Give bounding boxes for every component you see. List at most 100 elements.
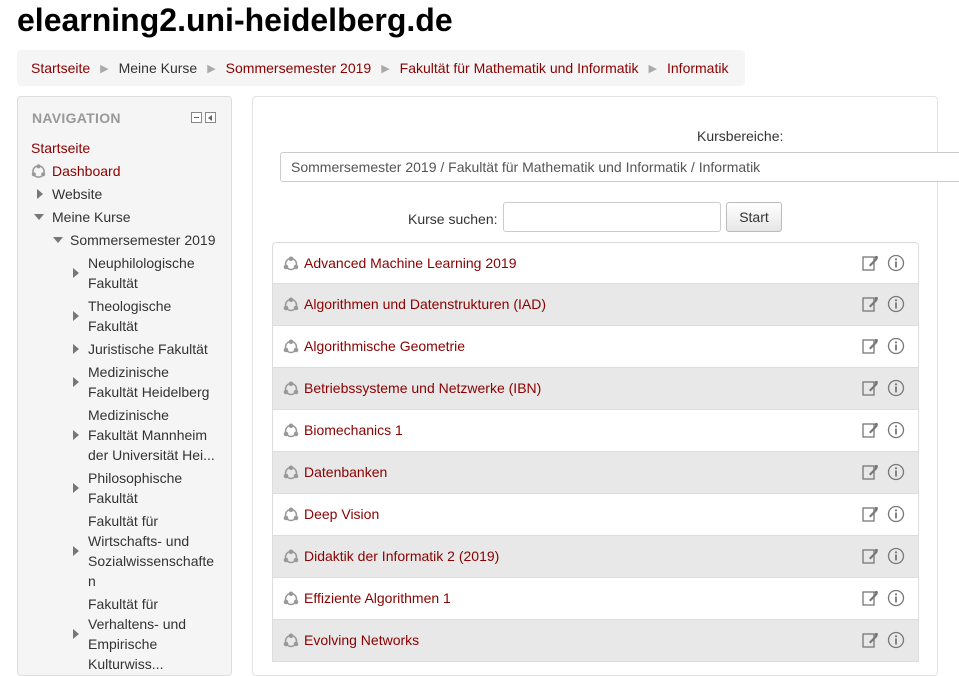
nav-neuphilologische-line2[interactable]: Fakultät	[88, 273, 138, 293]
expand-arrow-icon[interactable]	[73, 483, 79, 493]
expand-arrow-icon[interactable]	[73, 629, 79, 639]
nav-verhaltens-line3[interactable]: Empirische	[88, 634, 157, 654]
expand-arrow-icon[interactable]	[73, 311, 79, 321]
nav-startseite[interactable]: Startseite	[31, 138, 90, 158]
nav-theologische-line1[interactable]: Theologische	[88, 296, 171, 316]
course-icon	[283, 339, 299, 354]
breadcrumb-separator: ▶	[100, 62, 109, 75]
course-row: Advanced Machine Learning 2019	[272, 242, 919, 284]
edit-icon[interactable]	[861, 421, 879, 439]
expand-arrow-icon[interactable]	[37, 189, 43, 199]
search-input[interactable]	[503, 202, 721, 232]
info-icon[interactable]	[887, 631, 905, 649]
breadcrumb: Startseite ▶ Meine Kurse ▶ Sommersemeste…	[17, 50, 745, 86]
nav-med-ma-line3[interactable]: der Universität Hei...	[88, 445, 215, 465]
breadcrumb-meine-kurse: Meine Kurse	[118, 60, 198, 76]
course-row: Algorithmische Geometrie	[272, 326, 919, 368]
expand-arrow-icon[interactable]	[73, 268, 79, 278]
breadcrumb-separator: ▶	[207, 62, 216, 75]
edit-icon[interactable]	[861, 379, 879, 397]
collapse-arrow-icon[interactable]	[34, 214, 44, 220]
site-title: elearning2.uni-heidelberg.de	[17, 2, 453, 38]
course-title-link[interactable]: Datenbanken	[304, 464, 387, 480]
nav-dashboard[interactable]: Dashboard	[52, 161, 121, 181]
course-row: Algorithmen und Datenstrukturen (IAD)	[272, 284, 919, 326]
nav-philosophische-line1[interactable]: Philosophische	[88, 468, 182, 488]
expand-arrow-icon[interactable]	[73, 430, 79, 440]
course-icon	[283, 297, 299, 312]
course-title-link[interactable]: Didaktik der Informatik 2 (2019)	[304, 548, 499, 564]
nav-website[interactable]: Website	[52, 184, 102, 204]
course-title-link[interactable]: Algorithmen und Datenstrukturen (IAD)	[304, 296, 546, 312]
navigation-title: NAVIGATION	[32, 110, 121, 126]
breadcrumb-separator: ▶	[648, 62, 657, 75]
edit-icon[interactable]	[861, 631, 879, 649]
navigation-block: NAVIGATION Startseite Dashboard Website …	[17, 96, 232, 676]
info-icon[interactable]	[887, 254, 905, 272]
minimize-block-icon[interactable]	[191, 112, 202, 123]
collapse-arrow-icon[interactable]	[53, 237, 63, 243]
edit-icon[interactable]	[861, 463, 879, 481]
nav-neuphilologische-line1[interactable]: Neuphilologische	[88, 253, 195, 273]
nav-verhaltens-line4[interactable]: Kulturwiss...	[88, 654, 163, 674]
nav-theologische-line2[interactable]: Fakultät	[88, 316, 138, 336]
course-row: Datenbanken	[272, 452, 919, 494]
nav-med-hd-line2[interactable]: Fakultät Heidelberg	[88, 382, 209, 402]
info-icon[interactable]	[887, 337, 905, 355]
edit-icon[interactable]	[861, 337, 879, 355]
expand-arrow-icon[interactable]	[73, 546, 79, 556]
nav-wiso-line4[interactable]: n	[88, 571, 96, 591]
info-icon[interactable]	[887, 421, 905, 439]
search-button[interactable]: Start	[726, 202, 782, 232]
dock-block-icon[interactable]	[205, 112, 216, 123]
info-icon[interactable]	[887, 295, 905, 313]
info-icon[interactable]	[887, 505, 905, 523]
nav-meine-kurse[interactable]: Meine Kurse	[52, 207, 131, 227]
course-row: Biomechanics 1	[272, 410, 919, 452]
expand-arrow-icon[interactable]	[73, 344, 79, 354]
course-row: Deep Vision	[272, 494, 919, 536]
course-row: Evolving Networks	[272, 620, 919, 662]
nav-wiso-line3[interactable]: Sozialwissenschafte	[88, 551, 214, 571]
breadcrumb-fakultaet[interactable]: Fakultät für Mathematik und Informatik	[400, 60, 639, 76]
edit-icon[interactable]	[861, 547, 879, 565]
info-icon[interactable]	[887, 547, 905, 565]
course-row: Didaktik der Informatik 2 (2019)	[272, 536, 919, 578]
course-icon	[283, 256, 299, 271]
edit-icon[interactable]	[861, 505, 879, 523]
nav-med-ma-line2[interactable]: Fakultät Mannheim	[88, 425, 207, 445]
info-icon[interactable]	[887, 379, 905, 397]
info-icon[interactable]	[887, 463, 905, 481]
course-icon	[283, 633, 299, 648]
kursbereiche-label: Kursbereiche:	[697, 128, 784, 144]
course-title-link[interactable]: Algorithmische Geometrie	[304, 338, 465, 354]
nav-med-hd-line1[interactable]: Medizinische	[88, 362, 169, 382]
course-icon	[283, 465, 299, 480]
breadcrumb-startseite[interactable]: Startseite	[31, 60, 90, 76]
breadcrumb-separator: ▶	[381, 62, 390, 75]
breadcrumb-informatik[interactable]: Informatik	[667, 60, 728, 76]
course-title-link[interactable]: Biomechanics 1	[304, 422, 403, 438]
course-icon	[283, 591, 299, 606]
nav-verhaltens-line2[interactable]: Verhaltens- und	[88, 614, 186, 634]
course-title-link[interactable]: Evolving Networks	[304, 632, 419, 648]
expand-arrow-icon[interactable]	[73, 377, 79, 387]
course-title-link[interactable]: Effiziente Algorithmen 1	[304, 590, 451, 606]
edit-icon[interactable]	[861, 254, 879, 272]
nav-med-ma-line1[interactable]: Medizinische	[88, 405, 169, 425]
breadcrumb-sommersemester[interactable]: Sommersemester 2019	[226, 60, 372, 76]
edit-icon[interactable]	[861, 295, 879, 313]
course-title-link[interactable]: Deep Vision	[304, 506, 379, 522]
edit-icon[interactable]	[861, 589, 879, 607]
kursbereiche-select[interactable]: Sommersemester 2019 / Fakultät für Mathe…	[280, 152, 959, 182]
nav-sommersemester[interactable]: Sommersemester 2019	[70, 230, 216, 250]
nav-juristische[interactable]: Juristische Fakultät	[88, 339, 208, 359]
course-title-link[interactable]: Advanced Machine Learning 2019	[304, 255, 517, 271]
nav-wiso-line1[interactable]: Fakultät für	[88, 511, 158, 531]
nav-philosophische-line2[interactable]: Fakultät	[88, 488, 138, 508]
course-title-link[interactable]: Betriebssysteme und Netzwerke (IBN)	[304, 380, 541, 396]
nav-wiso-line2[interactable]: Wirtschafts- und	[88, 531, 189, 551]
nav-verhaltens-line1[interactable]: Fakultät für	[88, 594, 158, 614]
course-list: Advanced Machine Learning 2019 Algorithme…	[272, 242, 919, 662]
info-icon[interactable]	[887, 589, 905, 607]
